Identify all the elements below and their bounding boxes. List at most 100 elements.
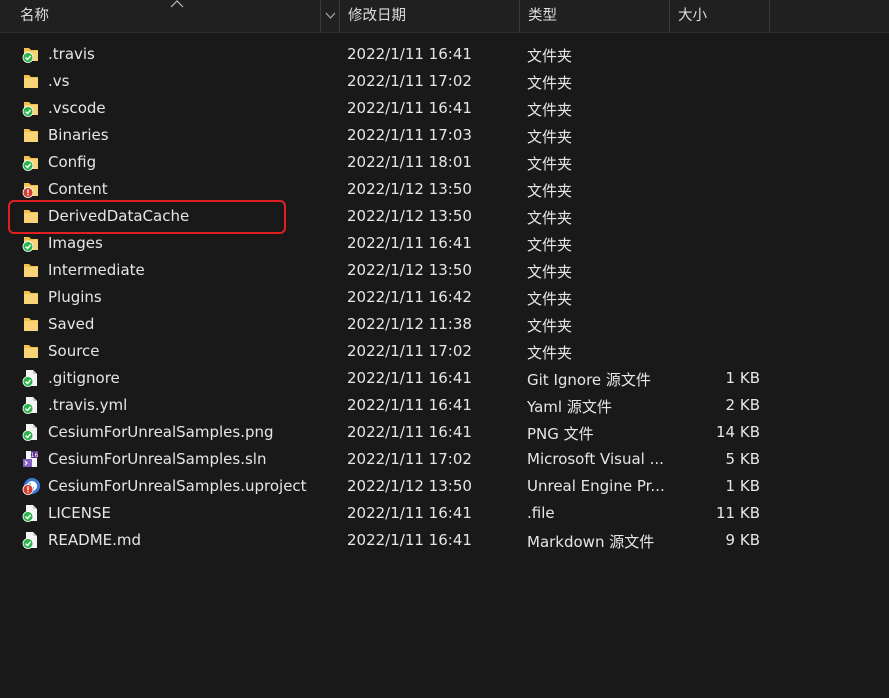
column-date-label: 修改日期 [348, 8, 406, 24]
file-row[interactable]: .travis 2022/1/11 16:41 文件夹 [0, 41, 889, 68]
svg-text:16: 16 [31, 452, 39, 459]
sort-ascending-icon [170, 0, 184, 8]
file-date: 2022/1/12 13:50 [347, 261, 472, 279]
file-name: .vscode [48, 99, 106, 117]
file-date: 2022/1/11 16:41 [347, 423, 472, 441]
file-type: 文件夹 [527, 209, 573, 227]
file-date: 2022/1/11 16:41 [347, 45, 472, 63]
column-header-date[interactable]: 修改日期 [340, 0, 520, 32]
file-size: 9 KB [725, 531, 760, 549]
file-date: 2022/1/12 13:50 [347, 180, 472, 198]
file-name: CesiumForUnrealSamples.sln [48, 450, 267, 468]
file-name: Plugins [48, 288, 102, 306]
file-row[interactable]: CesiumForUnrealSamples.png 2022/1/11 16:4… [0, 419, 889, 446]
file-date: 2022/1/11 16:42 [347, 288, 472, 306]
file-date: 2022/1/11 16:41 [347, 504, 472, 522]
file-row[interactable]: Content 2022/1/12 13:50 文件夹 [0, 176, 889, 203]
file-type: 文件夹 [527, 155, 573, 173]
folder-icon [22, 207, 40, 225]
file-type: PNG 文件 [527, 425, 594, 443]
file-date: 2022/1/11 16:41 [347, 369, 472, 387]
file-type: 文件夹 [527, 182, 573, 200]
file-name: Binaries [48, 126, 109, 144]
file-date: 2022/1/11 17:02 [347, 450, 472, 468]
file-type: Yaml 源文件 [527, 398, 612, 416]
file-type: 文件夹 [527, 344, 573, 362]
column-header: 名称 修改日期 类型 大小 [0, 0, 889, 33]
file-row[interactable]: .vscode 2022/1/11 16:41 文件夹 [0, 95, 889, 122]
column-name-label: 名称 [20, 8, 49, 24]
folder-check-icon [22, 99, 40, 117]
file-type: 文件夹 [527, 290, 573, 308]
chevron-down-icon [325, 12, 336, 19]
file-name: Images [48, 234, 103, 252]
file-type: Markdown 源文件 [527, 533, 655, 551]
folder-check-icon [22, 45, 40, 63]
file-size: 5 KB [725, 450, 760, 468]
file-name: Config [48, 153, 97, 171]
file-size: 1 KB [725, 477, 760, 495]
column-header-size[interactable]: 大小 [670, 0, 770, 32]
column-type-label: 类型 [528, 8, 557, 24]
file-date: 2022/1/11 16:41 [347, 531, 472, 549]
file-date: 2022/1/12 13:50 [347, 477, 472, 495]
column-header-name[interactable]: 名称 [0, 0, 320, 32]
file-name: LICENSE [48, 504, 111, 522]
column-dropdown-button[interactable] [320, 0, 340, 32]
file-name: .travis [48, 45, 95, 63]
file-date: 2022/1/11 16:41 [347, 234, 472, 252]
file-name: Source [48, 342, 100, 360]
file-row[interactable]: 16 CesiumForUnrealSamples.sln 2022/1/11 17… [0, 446, 889, 473]
file-row[interactable]: .gitignore 2022/1/11 16:41 Git Ignore 源文件 1… [0, 365, 889, 392]
file-size: 1 KB [725, 369, 760, 387]
file-row-highlighted[interactable]: DerivedDataCache 2022/1/12 13:50 文件夹 [0, 203, 889, 230]
file-row[interactable]: Saved 2022/1/12 11:38 文件夹 [0, 311, 889, 338]
file-name: DerivedDataCache [48, 207, 190, 225]
file-name: README.md [48, 531, 142, 549]
file-date: 2022/1/12 13:50 [347, 207, 472, 225]
column-header-type[interactable]: 类型 [520, 0, 670, 32]
file-row[interactable]: Binaries 2022/1/11 17:03 文件夹 [0, 122, 889, 149]
file-check-icon [22, 531, 40, 549]
file-check-icon [22, 423, 40, 441]
file-row[interactable]: .vs 2022/1/11 17:02 文件夹 [0, 68, 889, 95]
file-name: Content [48, 180, 108, 198]
file-type: 文件夹 [527, 128, 573, 146]
file-row[interactable]: Config 2022/1/11 18:01 文件夹 [0, 149, 889, 176]
file-date: 2022/1/11 17:03 [347, 126, 472, 144]
file-type: 文件夹 [527, 263, 573, 281]
file-name: .gitignore [48, 369, 120, 387]
folder-modified-icon [22, 180, 40, 198]
file-row[interactable]: Intermediate 2022/1/12 13:50 文件夹 [0, 257, 889, 284]
file-row[interactable]: Source 2022/1/11 17:02 文件夹 [0, 338, 889, 365]
file-type: 文件夹 [527, 47, 573, 65]
file-type: 文件夹 [527, 74, 573, 92]
file-row[interactable]: Plugins 2022/1/11 16:42 文件夹 [0, 284, 889, 311]
file-check-icon [22, 369, 40, 387]
file-size: 14 KB [716, 423, 760, 441]
column-size-label: 大小 [678, 8, 707, 24]
file-name: CesiumForUnrealSamples.png [48, 423, 274, 441]
file-row[interactable]: Images 2022/1/11 16:41 文件夹 [0, 230, 889, 257]
visual-studio-sln-icon: 16 [22, 450, 40, 468]
file-type: Git Ignore 源文件 [527, 371, 651, 389]
file-date: 2022/1/11 17:02 [347, 342, 472, 360]
file-name: CesiumForUnrealSamples.uproject [48, 477, 307, 495]
folder-icon [22, 315, 40, 333]
file-name: Intermediate [48, 261, 145, 279]
folder-icon [22, 126, 40, 144]
file-row[interactable]: LICENSE 2022/1/11 16:41 .file 11 KB [0, 500, 889, 527]
folder-icon [22, 72, 40, 90]
file-type: 文件夹 [527, 101, 573, 119]
file-row[interactable]: .travis.yml 2022/1/11 16:41 Yaml 源文件 2 KB [0, 392, 889, 419]
file-check-icon [22, 504, 40, 522]
file-row[interactable]: README.md 2022/1/11 16:41 Markdown 源文件 9 KB [0, 527, 889, 554]
file-row[interactable]: CesiumForUnrealSamples.uproject 2022/1/12… [0, 473, 889, 500]
folder-icon [22, 261, 40, 279]
file-type: 文件夹 [527, 317, 573, 335]
file-type: Microsoft Visual ... [527, 450, 664, 468]
folder-check-icon [22, 234, 40, 252]
file-check-icon [22, 396, 40, 414]
file-name: .travis.yml [48, 396, 128, 414]
file-date: 2022/1/11 16:41 [347, 396, 472, 414]
